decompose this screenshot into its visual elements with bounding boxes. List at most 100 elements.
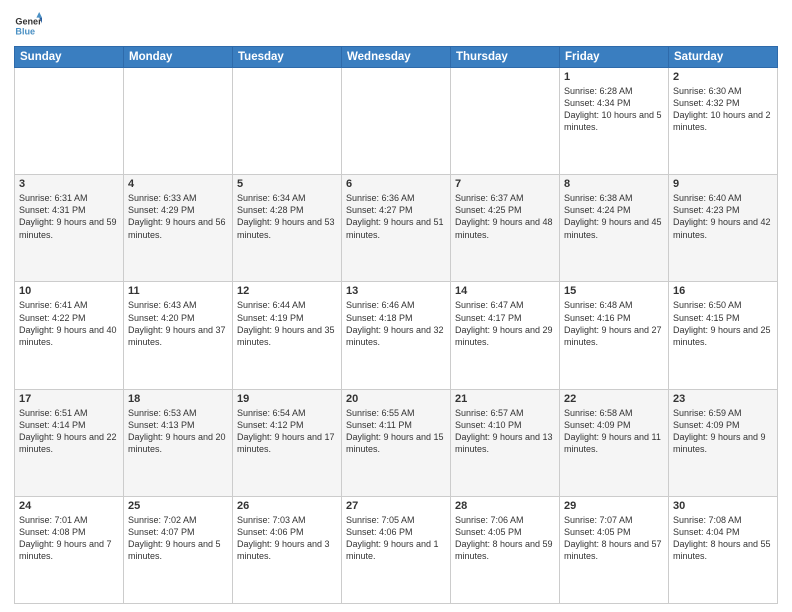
day-number: 9 [673, 178, 773, 190]
day-info: Sunrise: 6:57 AM Sunset: 4:10 PM Dayligh… [455, 407, 555, 456]
calendar-cell: 23 Sunrise: 6:59 AM Sunset: 4:09 PM Dayli… [669, 389, 778, 496]
day-number: 10 [19, 285, 119, 297]
day-info: Sunrise: 6:43 AM Sunset: 4:20 PM Dayligh… [128, 299, 228, 348]
calendar-cell [451, 68, 560, 175]
calendar-cell [233, 68, 342, 175]
calendar-cell: 26 Sunrise: 7:03 AM Sunset: 4:06 PM Dayli… [233, 496, 342, 603]
day-info: Sunrise: 6:48 AM Sunset: 4:16 PM Dayligh… [564, 299, 664, 348]
day-info: Sunrise: 6:55 AM Sunset: 4:11 PM Dayligh… [346, 407, 446, 456]
day-number: 30 [673, 500, 773, 512]
calendar-week-2: 3 Sunrise: 6:31 AM Sunset: 4:31 PM Daylig… [15, 175, 778, 282]
day-info: Sunrise: 6:50 AM Sunset: 4:15 PM Dayligh… [673, 299, 773, 348]
calendar-body: 1Sunrise: 6:28 AM Sunset: 4:34 PM Daylig… [15, 68, 778, 604]
day-number: 20 [346, 393, 446, 405]
calendar-week-5: 24 Sunrise: 7:01 AM Sunset: 4:08 PM Dayli… [15, 496, 778, 603]
logo-icon: General Blue [14, 12, 42, 40]
logo: General Blue [14, 12, 42, 40]
calendar-header-wednesday: Wednesday [342, 47, 451, 68]
day-number: 26 [237, 500, 337, 512]
day-number: 28 [455, 500, 555, 512]
calendar-cell: 18 Sunrise: 6:53 AM Sunset: 4:13 PM Dayli… [124, 389, 233, 496]
day-info: Sunrise: 7:03 AM Sunset: 4:06 PM Dayligh… [237, 514, 337, 563]
calendar-week-4: 17 Sunrise: 6:51 AM Sunset: 4:14 PM Dayli… [15, 389, 778, 496]
calendar-cell: 10 Sunrise: 6:41 AM Sunset: 4:22 PM Dayli… [15, 282, 124, 389]
day-info: Sunrise: 7:02 AM Sunset: 4:07 PM Dayligh… [128, 514, 228, 563]
calendar-cell: 8 Sunrise: 6:38 AM Sunset: 4:24 PM Daylig… [560, 175, 669, 282]
calendar-week-1: 1Sunrise: 6:28 AM Sunset: 4:34 PM Daylig… [15, 68, 778, 175]
day-number: 1 [564, 71, 664, 83]
day-info: Sunrise: 6:31 AM Sunset: 4:31 PM Dayligh… [19, 192, 119, 241]
calendar-cell: 13 Sunrise: 6:46 AM Sunset: 4:18 PM Dayli… [342, 282, 451, 389]
day-info: Sunrise: 6:36 AM Sunset: 4:27 PM Dayligh… [346, 192, 446, 241]
calendar-cell: 16 Sunrise: 6:50 AM Sunset: 4:15 PM Dayli… [669, 282, 778, 389]
day-number: 2 [673, 71, 773, 83]
day-info: Sunrise: 6:37 AM Sunset: 4:25 PM Dayligh… [455, 192, 555, 241]
calendar-cell: 4 Sunrise: 6:33 AM Sunset: 4:29 PM Daylig… [124, 175, 233, 282]
calendar-cell: 5 Sunrise: 6:34 AM Sunset: 4:28 PM Daylig… [233, 175, 342, 282]
day-info: Sunrise: 6:58 AM Sunset: 4:09 PM Dayligh… [564, 407, 664, 456]
calendar-cell [124, 68, 233, 175]
day-number: 13 [346, 285, 446, 297]
calendar-header-thursday: Thursday [451, 47, 560, 68]
day-info: Sunrise: 6:59 AM Sunset: 4:09 PM Dayligh… [673, 407, 773, 456]
calendar-table: SundayMondayTuesdayWednesdayThursdayFrid… [14, 46, 778, 604]
calendar-cell: 7 Sunrise: 6:37 AM Sunset: 4:25 PM Daylig… [451, 175, 560, 282]
calendar-cell [342, 68, 451, 175]
day-info: Sunrise: 6:33 AM Sunset: 4:29 PM Dayligh… [128, 192, 228, 241]
calendar-cell: 17 Sunrise: 6:51 AM Sunset: 4:14 PM Dayli… [15, 389, 124, 496]
calendar-header-saturday: Saturday [669, 47, 778, 68]
calendar-cell: 25 Sunrise: 7:02 AM Sunset: 4:07 PM Dayli… [124, 496, 233, 603]
day-info: Sunrise: 6:41 AM Sunset: 4:22 PM Dayligh… [19, 299, 119, 348]
day-number: 29 [564, 500, 664, 512]
calendar-cell: 30Sunrise: 7:08 AM Sunset: 4:04 PM Dayli… [669, 496, 778, 603]
calendar-cell: 9 Sunrise: 6:40 AM Sunset: 4:23 PM Daylig… [669, 175, 778, 282]
day-number: 14 [455, 285, 555, 297]
page-header: General Blue [14, 12, 778, 40]
calendar-cell: 27Sunrise: 7:05 AM Sunset: 4:06 PM Dayli… [342, 496, 451, 603]
day-number: 16 [673, 285, 773, 297]
day-info: Sunrise: 6:30 AM Sunset: 4:32 PM Dayligh… [673, 85, 773, 134]
calendar-cell: 2 Sunrise: 6:30 AM Sunset: 4:32 PM Daylig… [669, 68, 778, 175]
day-number: 11 [128, 285, 228, 297]
day-number: 12 [237, 285, 337, 297]
calendar-header-friday: Friday [560, 47, 669, 68]
day-number: 8 [564, 178, 664, 190]
day-number: 3 [19, 178, 119, 190]
day-info: Sunrise: 7:06 AM Sunset: 4:05 PM Dayligh… [455, 514, 555, 563]
day-info: Sunrise: 6:53 AM Sunset: 4:13 PM Dayligh… [128, 407, 228, 456]
day-number: 19 [237, 393, 337, 405]
day-number: 22 [564, 393, 664, 405]
calendar-cell: 24 Sunrise: 7:01 AM Sunset: 4:08 PM Dayli… [15, 496, 124, 603]
calendar-cell: 3 Sunrise: 6:31 AM Sunset: 4:31 PM Daylig… [15, 175, 124, 282]
calendar-cell: 12Sunrise: 6:44 AM Sunset: 4:19 PM Dayli… [233, 282, 342, 389]
calendar-header-row: SundayMondayTuesdayWednesdayThursdayFrid… [15, 47, 778, 68]
day-number: 27 [346, 500, 446, 512]
day-info: Sunrise: 7:07 AM Sunset: 4:05 PM Dayligh… [564, 514, 664, 563]
day-number: 17 [19, 393, 119, 405]
day-info: Sunrise: 6:34 AM Sunset: 4:28 PM Dayligh… [237, 192, 337, 241]
calendar-cell: 14Sunrise: 6:47 AM Sunset: 4:17 PM Dayli… [451, 282, 560, 389]
day-info: Sunrise: 6:38 AM Sunset: 4:24 PM Dayligh… [564, 192, 664, 241]
svg-text:Blue: Blue [15, 26, 35, 36]
day-number: 5 [237, 178, 337, 190]
day-number: 24 [19, 500, 119, 512]
calendar-cell: 15 Sunrise: 6:48 AM Sunset: 4:16 PM Dayli… [560, 282, 669, 389]
day-number: 15 [564, 285, 664, 297]
calendar-week-3: 10 Sunrise: 6:41 AM Sunset: 4:22 PM Dayli… [15, 282, 778, 389]
calendar-cell: 19Sunrise: 6:54 AM Sunset: 4:12 PM Dayli… [233, 389, 342, 496]
calendar-header-sunday: Sunday [15, 47, 124, 68]
day-number: 18 [128, 393, 228, 405]
calendar-cell: 1Sunrise: 6:28 AM Sunset: 4:34 PM Daylig… [560, 68, 669, 175]
calendar-cell: 20 Sunrise: 6:55 AM Sunset: 4:11 PM Dayli… [342, 389, 451, 496]
day-number: 7 [455, 178, 555, 190]
calendar-header-tuesday: Tuesday [233, 47, 342, 68]
calendar-cell: 22 Sunrise: 6:58 AM Sunset: 4:09 PM Dayli… [560, 389, 669, 496]
day-number: 21 [455, 393, 555, 405]
day-info: Sunrise: 6:46 AM Sunset: 4:18 PM Dayligh… [346, 299, 446, 348]
day-number: 23 [673, 393, 773, 405]
day-number: 4 [128, 178, 228, 190]
day-info: Sunrise: 7:01 AM Sunset: 4:08 PM Dayligh… [19, 514, 119, 563]
day-number: 25 [128, 500, 228, 512]
day-info: Sunrise: 6:40 AM Sunset: 4:23 PM Dayligh… [673, 192, 773, 241]
day-info: Sunrise: 6:51 AM Sunset: 4:14 PM Dayligh… [19, 407, 119, 456]
